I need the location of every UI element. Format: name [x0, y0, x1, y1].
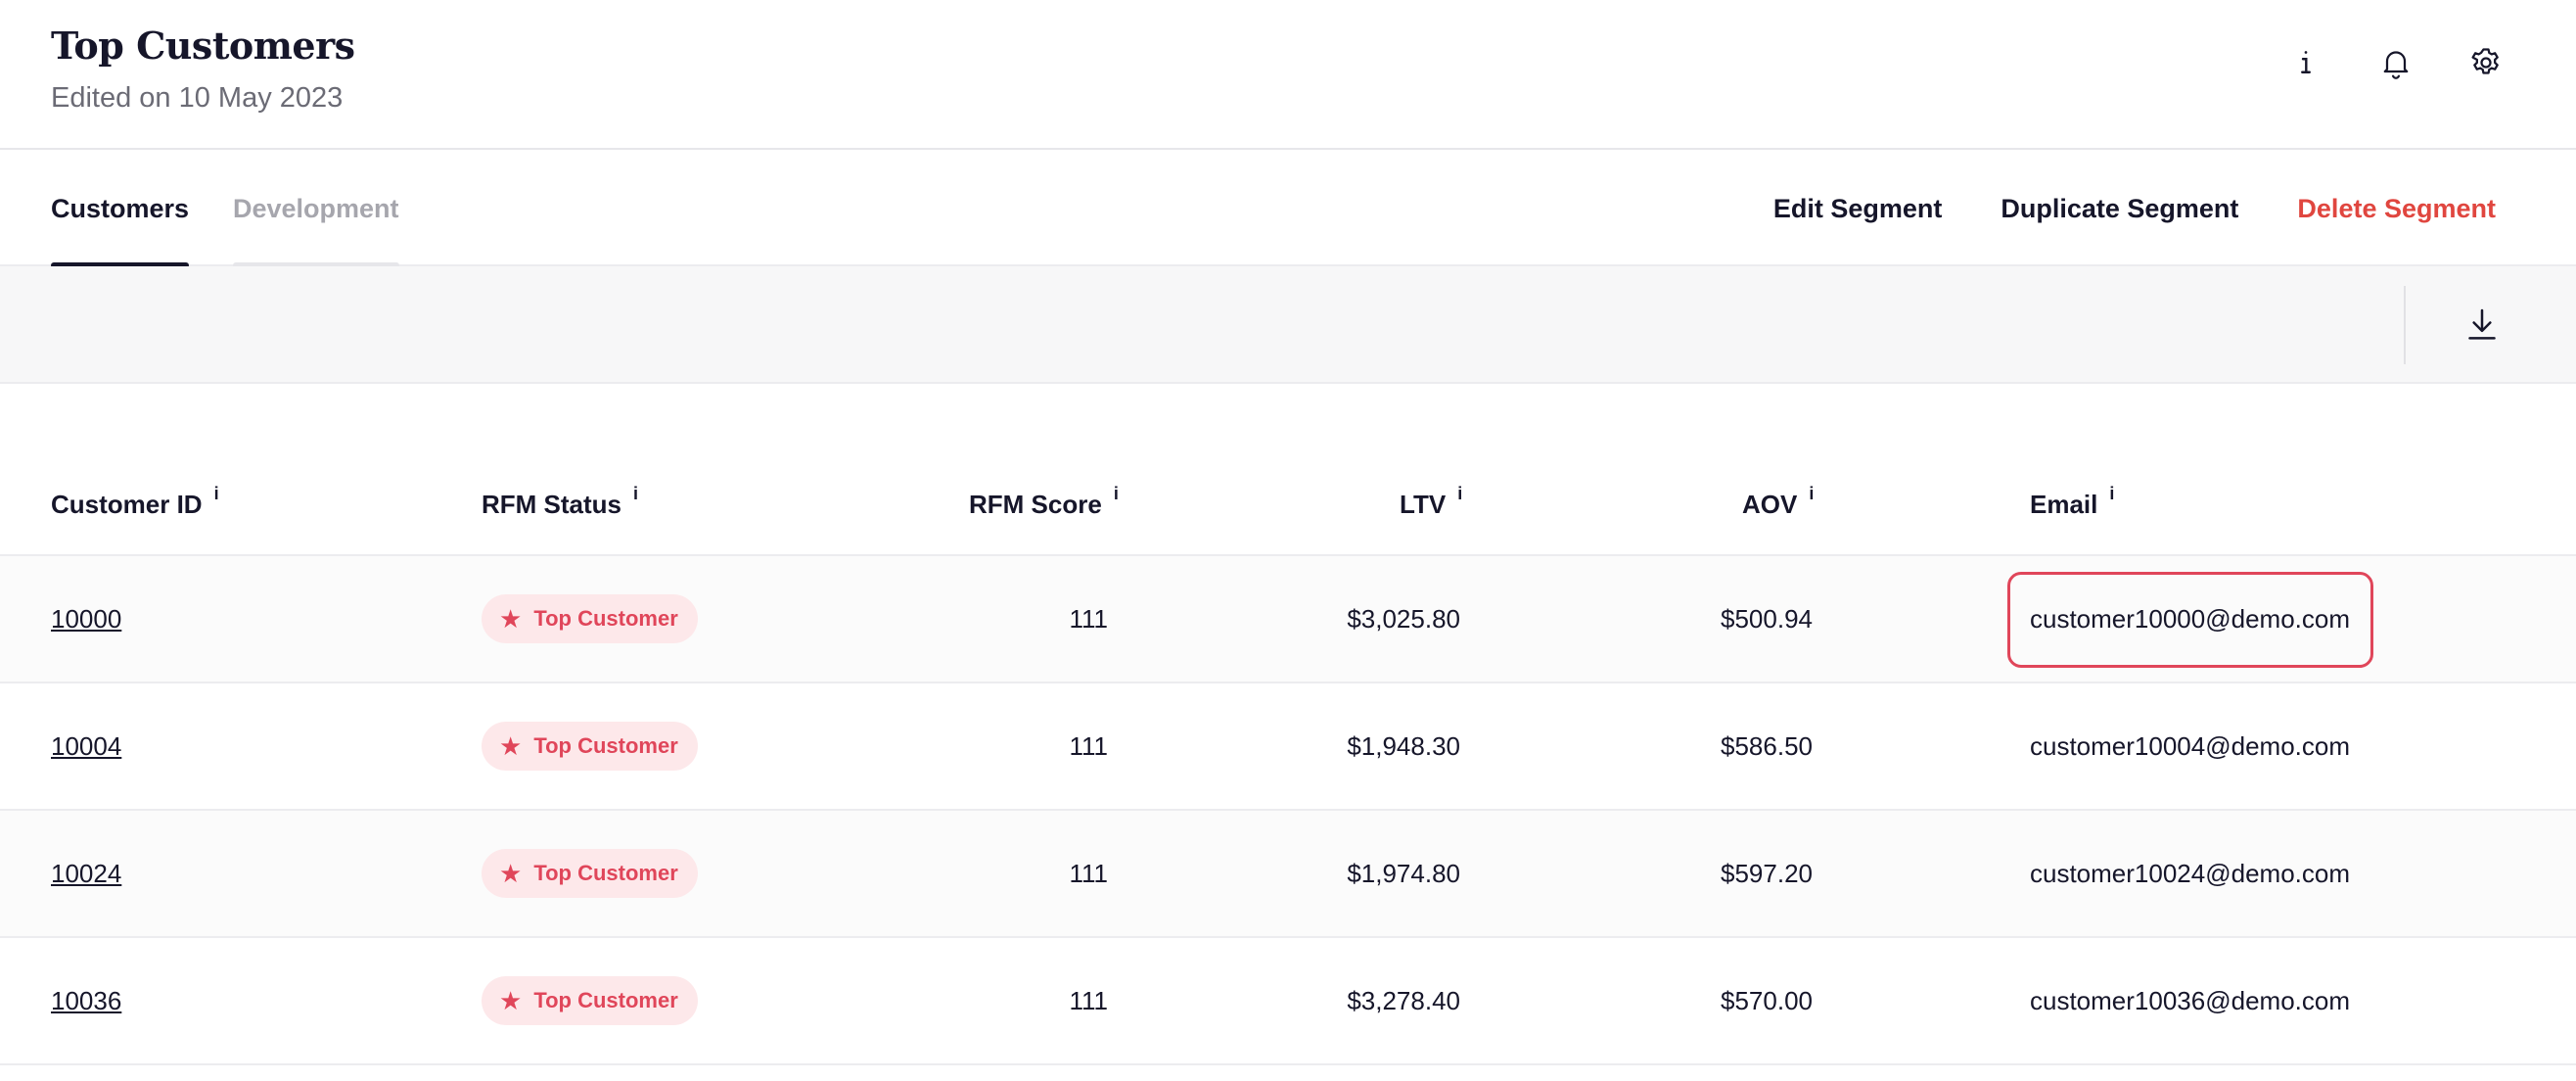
table-toolbar	[0, 266, 2576, 384]
tab-development[interactable]: Development	[233, 151, 399, 268]
gear-icon[interactable]	[2466, 43, 2506, 82]
page-header: Top Customers Edited on 10 May 2023	[0, 0, 2576, 150]
header-icons	[2286, 43, 2506, 82]
tab-customers-label: Customers	[51, 193, 190, 223]
info-icon[interactable]: i	[1457, 484, 1462, 504]
segment-actions: Edit Segment Duplicate Segment Delete Se…	[1773, 151, 2496, 266]
aov-cell: $586.50	[1721, 730, 1813, 761]
info-icon[interactable]	[2286, 43, 2325, 82]
column-header-customer-id[interactable]: Customer ID i	[51, 484, 219, 520]
delete-segment-button[interactable]: Delete Segment	[2297, 194, 2496, 224]
tab-bar: Customers Development Edit Segment Dupli…	[0, 151, 2576, 268]
table-row[interactable]: 10036 ★ Top Customer 111 $3,278.40 $570.…	[0, 938, 2576, 1065]
column-header-email[interactable]: Email i	[2030, 484, 2114, 520]
email-cell[interactable]: customer10000@demo.com	[2030, 556, 2350, 682]
info-icon[interactable]: i	[633, 484, 638, 504]
bell-icon[interactable]	[2376, 43, 2415, 82]
aov-cell: $570.00	[1721, 985, 1813, 1015]
customers-table: Customer ID i RFM Status i RFM Score i L…	[0, 384, 2576, 1065]
aov-cell: $597.20	[1721, 858, 1813, 888]
info-icon[interactable]: i	[214, 484, 219, 504]
column-label: AOV	[1742, 490, 1798, 519]
page-subtitle: Edited on 10 May 2023	[51, 82, 344, 114]
column-label: RFM Status	[482, 490, 621, 519]
column-header-rfm-status[interactable]: RFM Status i	[482, 484, 638, 520]
info-icon[interactable]: i	[2109, 484, 2114, 504]
info-icon[interactable]: i	[1809, 484, 1814, 504]
column-header-aov[interactable]: AOV i	[1742, 484, 1814, 520]
aov-cell: $500.94	[1721, 603, 1813, 634]
edit-segment-button[interactable]: Edit Segment	[1773, 194, 1943, 224]
table-row[interactable]: 10000 ★ Top Customer 111 $3,025.80 $500.…	[0, 556, 2576, 683]
download-icon[interactable]	[2461, 304, 2504, 347]
column-label: RFM Score	[969, 490, 1102, 519]
tab-development-label: Development	[233, 193, 399, 223]
page-title: Top Customers	[51, 24, 355, 68]
column-header-ltv[interactable]: LTV i	[1400, 484, 1462, 520]
table-row[interactable]: 10024 ★ Top Customer 111 $1,974.80 $597.…	[0, 811, 2576, 938]
toolbar-divider	[2404, 286, 2406, 364]
tab-customers[interactable]: Customers	[51, 151, 190, 268]
table-header: Customer ID i RFM Status i RFM Score i L…	[0, 384, 2576, 556]
email-cell[interactable]: customer10024@demo.com	[2030, 811, 2350, 936]
column-label: LTV	[1400, 490, 1447, 519]
column-label: Customer ID	[51, 490, 203, 519]
duplicate-segment-button[interactable]: Duplicate Segment	[2001, 194, 2238, 224]
column-label: Email	[2030, 490, 2098, 519]
table-row[interactable]: 10004 ★ Top Customer 111 $1,948.30 $586.…	[0, 683, 2576, 811]
email-cell[interactable]: customer10036@demo.com	[2030, 938, 2350, 1063]
email-cell[interactable]: customer10004@demo.com	[2030, 683, 2350, 809]
info-icon[interactable]: i	[1114, 484, 1119, 504]
column-header-rfm-score[interactable]: RFM Score i	[969, 484, 1119, 520]
